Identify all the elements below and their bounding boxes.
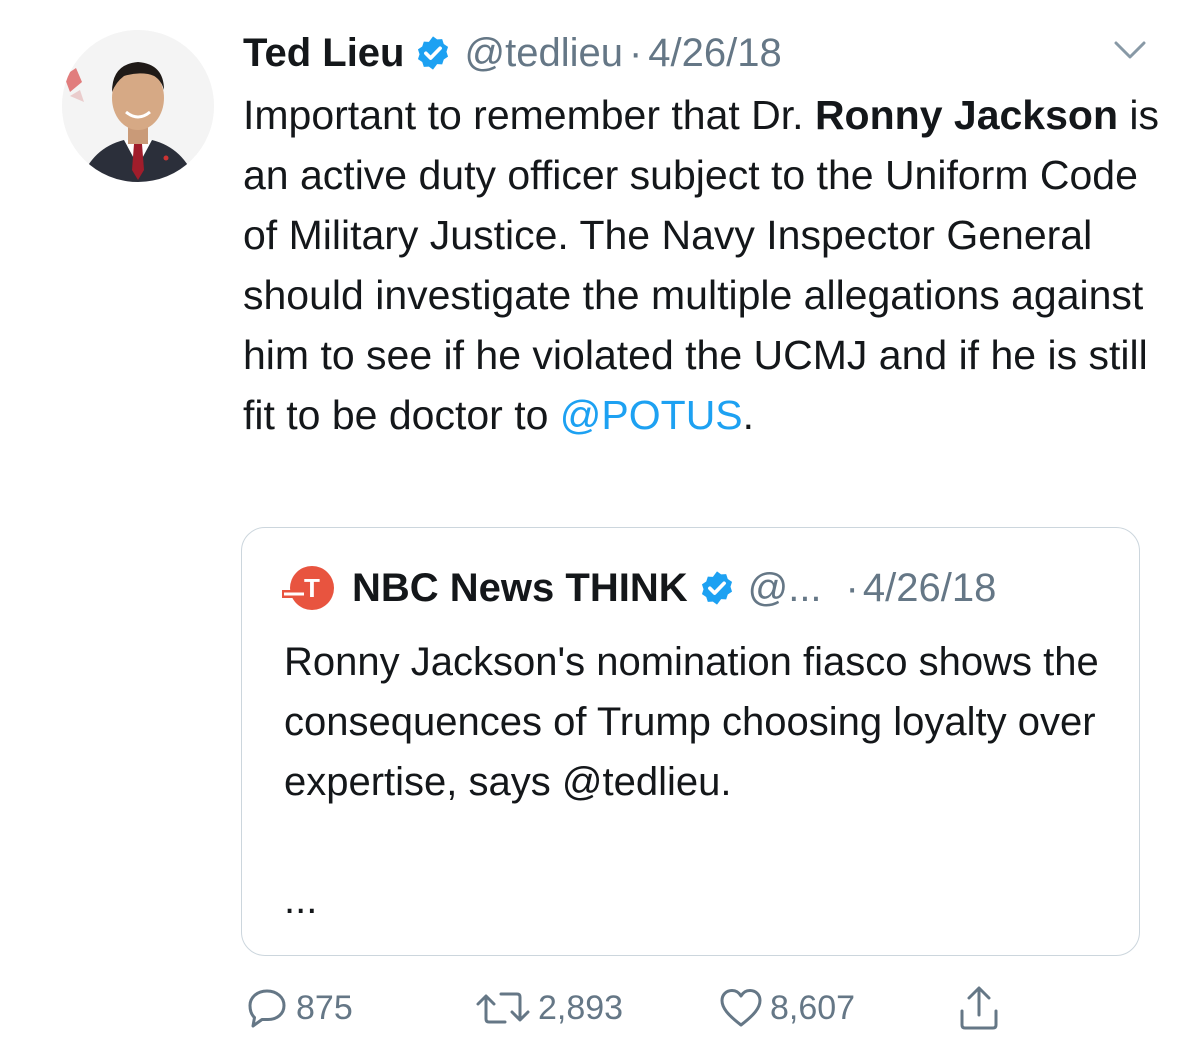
verified-badge-icon	[698, 569, 736, 607]
quoted-tweet-date: 4/26/18	[862, 565, 997, 610]
tweet-text-end: .	[742, 392, 755, 438]
quoted-author-handle: @...	[747, 565, 822, 610]
quoted-tweet-card[interactable]: T NBC News THINK @... · 4/26/18 Ronny Ja…	[241, 527, 1140, 956]
retweet-icon	[474, 985, 538, 1031]
reply-icon	[244, 985, 296, 1031]
action-bar: 875 2,893 8,607	[244, 980, 1144, 1036]
tweet-bold-name: Ronny Jackson	[814, 92, 1118, 138]
think-logo-letter: T	[304, 573, 320, 603]
quoted-separator: ·	[845, 565, 859, 610]
quoted-tweet-text: Ronny Jackson's nomination fiasco shows …	[284, 640, 1099, 804]
reply-count: 875	[296, 988, 353, 1027]
share-button[interactable]	[956, 980, 1008, 1036]
tweet-text-part: Important to remember that Dr.	[243, 92, 815, 138]
tweet-date[interactable]: 4/26/18	[648, 31, 781, 76]
quoted-author-name: NBC News THINK	[352, 565, 688, 610]
like-icon	[718, 985, 770, 1031]
avatar[interactable]	[62, 30, 214, 182]
chevron-down-icon[interactable]	[1112, 38, 1148, 62]
tweet-text: Important to remember that Dr. Ronny Jac…	[243, 85, 1163, 445]
think-logo-icon: T	[282, 564, 338, 612]
like-count: 8,607	[770, 988, 856, 1027]
tweet-header: Ted Lieu @tedlieu · 4/26/18	[243, 28, 782, 78]
reply-button[interactable]: 875	[244, 980, 353, 1036]
retweet-count: 2,893	[538, 988, 624, 1027]
author-name[interactable]: Ted Lieu	[243, 31, 404, 76]
tweet-text-part: is an active duty officer subject to the…	[243, 92, 1159, 438]
author-handle[interactable]: @tedlieu	[464, 31, 622, 76]
verified-badge-icon	[414, 34, 452, 72]
share-icon	[956, 983, 1008, 1033]
mention-link[interactable]: @POTUS	[560, 392, 743, 438]
quoted-tweet-header: T NBC News THINK @... · 4/26/18	[282, 564, 996, 612]
header-separator: ·	[628, 30, 643, 75]
like-button[interactable]: 8,607	[718, 980, 855, 1036]
quoted-tweet-ellipsis: ...	[284, 878, 318, 922]
retweet-button[interactable]: 2,893	[474, 980, 623, 1036]
